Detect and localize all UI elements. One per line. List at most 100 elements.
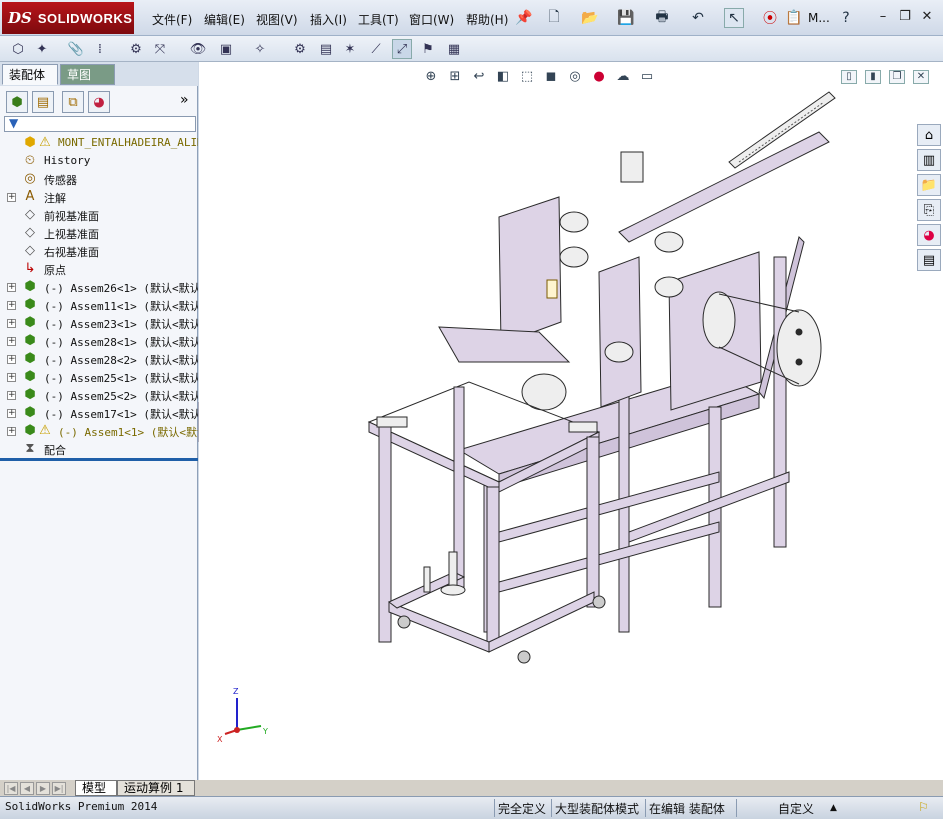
expand-node-icon[interactable]: + [7, 391, 16, 400]
tree-item[interactable]: ⏲ History [0, 152, 198, 170]
menu-insert[interactable]: 插入(I) [310, 11, 347, 28]
tree-item[interactable]: ◇ 上视基准面 [0, 224, 198, 242]
assembly-model[interactable]: Z Y X [199, 62, 943, 780]
tree-item[interactable]: + ⬢ (-) Assem25<2> (默认<默认_ [0, 386, 198, 404]
expand-node-icon[interactable]: + [7, 301, 16, 310]
graphics-area[interactable]: ⊕ ⊞ ↩ ◧ ⬚ ◼ ◎ ● ☁ ▭ ▯ ▮ ❐ ✕ ⌂ ▥ 📁 ⎘ ◕ ▤ [199, 62, 943, 780]
expand-node-icon[interactable]: + [7, 193, 16, 202]
feature-manager-icon[interactable]: ⬢ [6, 91, 28, 113]
tree-item[interactable]: + ⬢ (-) Assem28<1> (默认<默认_ [0, 332, 198, 350]
feature-manager-pane: 装配体 草图 ⬢ ▤ ⧉ ◕ » ▼ ⬢ ⚠ MONT_ENTALHADEIRA_A… [0, 62, 204, 780]
menu-edit[interactable]: 编辑(E) [204, 11, 245, 28]
filter-input[interactable]: ▼ [4, 116, 196, 132]
user-menu[interactable]: M... [808, 11, 830, 25]
tree-item-label: 原点 [44, 264, 66, 277]
reference-geometry-icon[interactable]: ✧ [250, 39, 270, 59]
configuration-manager-icon[interactable]: ⧉ [62, 91, 84, 113]
snapshot-icon[interactable]: ▦ [444, 39, 464, 59]
first-tab-icon[interactable]: |◀ [4, 782, 18, 795]
move-component-icon[interactable]: ⤧ [150, 39, 170, 59]
tree-item[interactable]: + ⬢ ⚠ (-) Assem1<1> (默认<默认 [0, 422, 198, 440]
assembly-toolbar: ⬡ ✦ 📎 ⁞ ⚙ ⤧ 👁 ▣ ✧ ⚙ ▤ ✶ ⟋ ⤢ ⚑ ▦ [0, 36, 943, 62]
menu-window[interactable]: 窗口(W) [409, 11, 454, 28]
display-manager-icon[interactable]: ◕ [88, 91, 110, 113]
expand-node-icon[interactable]: + [7, 373, 16, 382]
new-document-icon[interactable]: 🗋 [544, 8, 564, 28]
help-icon[interactable]: ? [836, 8, 856, 28]
tab-assembly[interactable]: 装配体 [2, 64, 58, 85]
prev-tab-icon[interactable]: ◀ [20, 782, 34, 795]
restore-icon[interactable]: ❐ [896, 8, 914, 26]
file-properties-icon[interactable]: 📋 [784, 8, 804, 28]
tree-item-label: MONT_ENTALHADEIRA_ALIMENTA [58, 136, 198, 149]
instant3d-icon[interactable]: ⤢ [392, 39, 412, 59]
tree-item[interactable]: + ⬢ (-) Assem28<2> (默认<默认_ [0, 350, 198, 368]
print-icon[interactable]: 🖶 [652, 8, 672, 28]
tab-sketch[interactable]: 草图 [60, 64, 115, 85]
close-icon[interactable]: ✕ [918, 8, 936, 26]
smart-fasteners-icon[interactable]: ⚙ [126, 39, 146, 59]
subassembly-icon: ⬢ [24, 423, 36, 438]
units-selector[interactable]: 自定义 [778, 800, 814, 817]
origin-icon: ↳ [24, 261, 36, 276]
undo-icon[interactable]: ↶ [688, 8, 708, 28]
property-manager-icon[interactable]: ▤ [32, 91, 54, 113]
annotation-icon: A [25, 189, 35, 204]
show-hidden-icon[interactable]: 👁 [188, 39, 208, 59]
expand-panel-icon[interactable]: » [180, 92, 189, 108]
next-tab-icon[interactable]: ▶ [36, 782, 50, 795]
expand-node-icon[interactable]: + [7, 409, 16, 418]
subassembly-icon: ⬢ [24, 297, 36, 312]
last-tab-icon[interactable]: ▶| [52, 782, 66, 795]
tree-item[interactable]: + ⬢ (-) Assem26<1> (默认<默认_ [0, 278, 198, 296]
tree-item[interactable]: + ⬢ (-) Assem17<1> (默认<默认_ [0, 404, 198, 422]
expand-node-icon[interactable]: + [7, 427, 16, 436]
expand-node-icon[interactable]: + [7, 355, 16, 364]
linear-pattern-icon[interactable]: ⁞ [90, 39, 110, 59]
minimize-icon[interactable]: – [874, 8, 892, 26]
definition-state: 完全定义 [498, 802, 547, 816]
tree-rollback-bar[interactable] [0, 458, 198, 461]
speedpak-icon[interactable]: ⚑ [418, 39, 438, 59]
tree-item[interactable]: ◇ 右视基准面 [0, 242, 198, 260]
menu-view[interactable]: 视图(V) [256, 11, 298, 28]
rebuild-notice-icon[interactable]: ⚐ [918, 800, 929, 814]
tree-item[interactable]: ⧗ 配合 [0, 440, 198, 458]
tree-item[interactable]: + A 注解 [0, 188, 198, 206]
pin-icon[interactable]: 📌 [514, 8, 534, 28]
menu-tools[interactable]: 工具(T) [358, 11, 399, 28]
explode-line-icon[interactable]: ⟋ [366, 39, 386, 59]
mate-icon[interactable]: 📎 [66, 39, 86, 59]
manager-tabs: ⬢ ▤ ⧉ ◕ » [0, 88, 198, 114]
tree-item[interactable]: + ⬢ (-) Assem23<1> (默认<默认_ [0, 314, 198, 332]
history-icon: ⏲ [24, 153, 36, 168]
tree-item[interactable]: ◎ 传感器 [0, 170, 198, 188]
expand-node-icon[interactable]: + [7, 283, 16, 292]
rebuild-icon[interactable]: ⦿ [760, 8, 780, 28]
coordinate-triad: Z Y X [217, 687, 268, 744]
expand-node-icon[interactable]: + [7, 319, 16, 328]
bill-of-materials-icon[interactable]: ▤ [316, 39, 336, 59]
insert-components-icon[interactable]: ⬡ [8, 39, 28, 59]
tree-item[interactable]: ◇ 前视基准面 [0, 206, 198, 224]
logo-text: SOLIDWORKS [37, 10, 133, 26]
solidworks-logo[interactable]: DS SOLIDWORKS [2, 2, 134, 34]
open-icon[interactable]: 📂 [580, 8, 600, 28]
menu-file[interactable]: 文件(F) [152, 11, 192, 28]
save-icon[interactable]: 💾 [616, 8, 636, 28]
new-motion-study-icon[interactable]: ⚙ [290, 39, 310, 59]
exploded-view-icon[interactable]: ✶ [340, 39, 360, 59]
tree-item[interactable]: ⬢⚠ MONT_ENTALHADEIRA_ALIMENTA [0, 134, 198, 152]
tab-motion-study[interactable]: 运动算例 1 [117, 780, 195, 796]
tree-item[interactable]: ↳ 原点 [0, 260, 198, 278]
select-icon[interactable]: ↖ [724, 8, 744, 28]
expand-node-icon[interactable]: + [7, 337, 16, 346]
new-part-icon[interactable]: ✦ [32, 39, 52, 59]
tree-item[interactable]: + ⬢ (-) Assem25<1> (默认<默认_ [0, 368, 198, 386]
tab-model[interactable]: 模型 [75, 780, 117, 796]
units-arrow-icon[interactable]: ▲ [830, 803, 837, 813]
tree-item[interactable]: + ⬢ (-) Assem11<1> (默认<默认_ [0, 296, 198, 314]
tree-item-label: (-) Assem25<2> (默认<默认_ [44, 390, 198, 403]
assembly-features-icon[interactable]: ▣ [216, 39, 236, 59]
menu-help[interactable]: 帮助(H) [466, 11, 508, 28]
